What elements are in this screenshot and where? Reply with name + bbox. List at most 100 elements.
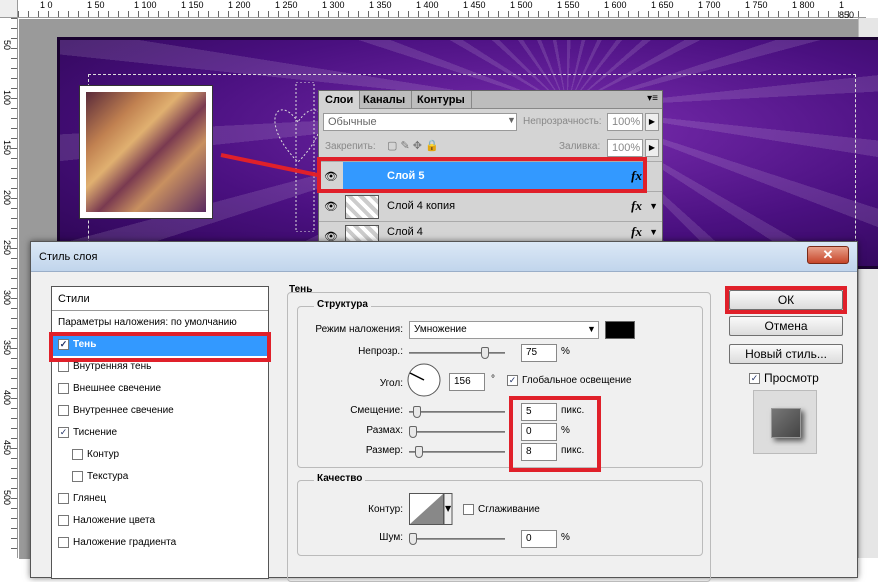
panel-menu-icon[interactable]: ▾≡ (647, 93, 658, 104)
layer-row[interactable]: 👁 Слой 4 копия fx ▼ (319, 191, 662, 221)
fx-icon[interactable]: fx (631, 198, 642, 214)
preview-checkbox[interactable]: ✓ Просмотр (749, 371, 819, 385)
checkbox-icon[interactable] (58, 382, 69, 394)
checkbox-icon[interactable] (72, 448, 83, 460)
slider-knob[interactable] (409, 533, 417, 545)
svg-text:▼: ▼ (445, 504, 452, 513)
fill-input[interactable]: 100% (607, 139, 643, 157)
checkbox-icon[interactable]: ✓ (749, 373, 760, 385)
angle-input[interactable]: 156 (449, 373, 485, 391)
styles-header[interactable]: Стили (52, 287, 268, 311)
fx-icon[interactable]: fx (631, 224, 642, 240)
checkbox-icon[interactable]: ✓ (58, 426, 69, 438)
opacity-slider[interactable] (409, 347, 505, 359)
shadow-color-swatch[interactable] (605, 321, 635, 339)
ruler-label: 1 400 (416, 0, 439, 10)
ruler-label: 1 50 (87, 0, 105, 10)
contour-label: Контур: (368, 504, 403, 515)
slider-knob[interactable] (481, 347, 489, 359)
list-item-label: Параметры наложения: по умолчанию (58, 317, 237, 328)
list-item[interactable]: Контур (52, 444, 268, 466)
ruler-corner (0, 0, 18, 18)
blend-mode-dropdown[interactable]: Умножение (409, 321, 599, 339)
checkbox-icon[interactable] (58, 492, 69, 504)
global-light-checkbox[interactable]: ✓ Глобальное освещение (507, 375, 632, 386)
list-item-label: Контур (87, 449, 120, 460)
highlight-box (317, 157, 647, 193)
checkbox-icon[interactable] (58, 514, 69, 526)
list-item[interactable]: Параметры наложения: по умолчанию (52, 312, 268, 334)
ruler-label: 350 (2, 340, 12, 356)
quality-group: Качество (297, 473, 703, 556)
size-slider[interactable] (409, 446, 505, 458)
opacity-input[interactable]: 75 (521, 344, 557, 362)
checkbox-icon[interactable] (58, 404, 69, 416)
list-item[interactable]: Текстура (52, 466, 268, 488)
ruler-label: 300 (2, 290, 12, 306)
list-item[interactable]: Наложение цвета (52, 510, 268, 532)
size-label: Размер: (365, 445, 403, 456)
spread-label: Размах: (366, 425, 403, 436)
ruler-label: 1 350 (369, 0, 392, 10)
tab-paths[interactable]: Контуры (411, 91, 472, 109)
ruler-left-labels: 50 100 150 200 250 300 350 400 450 500 (0, 18, 16, 558)
tab-layers[interactable]: Слои (319, 91, 361, 109)
chevron-down-icon[interactable]: ▼ (649, 201, 658, 211)
new-style-button[interactable]: Новый стиль... (729, 344, 843, 364)
opacity-arrow-icon[interactable]: ▶ (645, 113, 659, 131)
noise-input[interactable]: 0 (521, 530, 557, 548)
checkbox-icon[interactable]: ✓ (507, 375, 518, 386)
angle-dial-icon[interactable] (406, 362, 442, 398)
spread-slider[interactable] (409, 426, 505, 438)
list-item[interactable]: Наложение градиента (52, 532, 268, 554)
ruler-label: 1 450 (463, 0, 486, 10)
ruler-label: 100 (2, 90, 12, 106)
layer-style-dialog[interactable]: Стиль слоя ✕ Стили Параметры наложения: … (30, 241, 858, 582)
close-button[interactable]: ✕ (807, 246, 849, 264)
checkbox-icon[interactable] (463, 504, 474, 515)
photo-thumbnail (79, 85, 213, 219)
opacity-input[interactable]: 100% (607, 113, 643, 131)
offset-slider[interactable] (409, 406, 505, 418)
ruler-label: 1 250 (275, 0, 298, 10)
list-item-label: Внешнее свечение (73, 383, 162, 394)
ruler-label: 200 (2, 190, 12, 206)
eye-icon[interactable]: 👁 (323, 200, 339, 214)
checkbox-icon[interactable] (58, 360, 69, 372)
slider-knob[interactable] (413, 406, 421, 418)
tab-channels[interactable]: Каналы (357, 91, 413, 109)
list-item[interactable]: Внешнее свечение (52, 378, 268, 400)
slider-knob[interactable] (409, 426, 417, 438)
styles-list[interactable]: Стили Параметры наложения: по умолчанию … (51, 286, 269, 579)
layers-panel[interactable]: Слои Каналы Контуры ▾≡ Обычные ▼ Непрозр… (317, 90, 663, 243)
group-title: Качество (314, 473, 366, 484)
dialog-titlebar[interactable]: Стиль слоя ✕ (31, 242, 857, 272)
preview-label: Просмотр (764, 371, 819, 385)
ruler-label: 1 600 (604, 0, 627, 10)
layer-row[interactable]: 👁 Слой 4 fx ▼ (319, 221, 662, 243)
contour-preview-icon[interactable]: ▼ (409, 493, 453, 525)
antialias-label: Сглаживание (478, 504, 540, 516)
lock-icons[interactable]: ▢ ✎ ✥ 🔒 (387, 139, 439, 152)
noise-slider[interactable] (409, 533, 505, 545)
chevron-down-icon[interactable]: ▼ (649, 227, 658, 237)
layer-name[interactable]: Слой 4 копия (387, 200, 455, 212)
cancel-button[interactable]: Отмена (729, 316, 843, 336)
noise-unit: % (561, 532, 570, 543)
list-item[interactable]: ✓ Тиснение (52, 422, 268, 444)
fill-arrow-icon[interactable]: ▶ (645, 139, 659, 157)
checkbox-icon[interactable] (72, 470, 83, 482)
slider-knob[interactable] (415, 446, 423, 458)
offset-label: Смещение: (350, 405, 403, 416)
preview-swatch (753, 390, 817, 454)
ruler-label: 1 0 (40, 0, 53, 10)
list-item-label: Тиснение (73, 427, 118, 438)
checkbox-icon[interactable] (58, 536, 69, 548)
antialias-checkbox[interactable]: Сглаживание (463, 504, 540, 515)
opacity-label: Непрозрачность: (523, 116, 602, 127)
list-item-label: Внутренняя тень (73, 361, 152, 372)
list-item[interactable]: Внутреннее свечение (52, 400, 268, 422)
layer-name[interactable]: Слой 4 (387, 226, 423, 238)
list-item[interactable]: Глянец (52, 488, 268, 510)
blend-mode-select[interactable]: Обычные (323, 113, 517, 131)
